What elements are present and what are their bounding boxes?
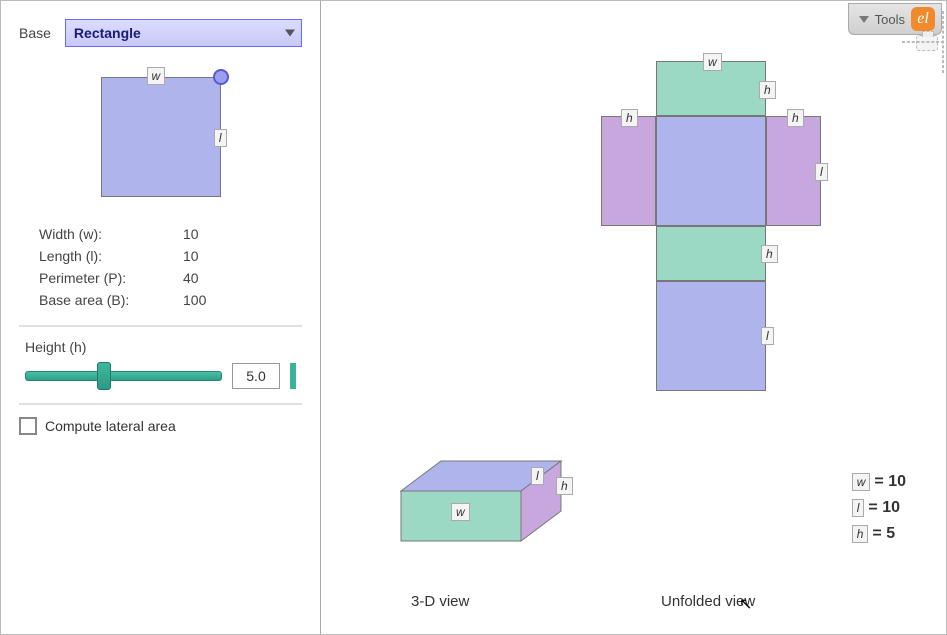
crop-marks-icon xyxy=(896,41,944,89)
caption-unfolded-view: Unfolded view xyxy=(661,593,755,610)
compute-lateral-label: Compute lateral area xyxy=(45,418,176,434)
tools-label: Tools xyxy=(875,12,905,27)
prism-w-tag: w xyxy=(451,503,470,521)
stat-basearea-value: 100 xyxy=(183,289,243,311)
height-slider-row: 5.0 xyxy=(25,363,296,389)
compute-lateral-checkbox[interactable] xyxy=(19,417,37,435)
legend-h-tag: h xyxy=(852,525,869,543)
prism-svg xyxy=(371,451,591,591)
stat-perimeter: Perimeter (P): 40 xyxy=(39,267,294,289)
controls-panel: Base Rectangle w l Width (w): 10 Length … xyxy=(1,1,321,634)
height-block: Height (h) 5.0 xyxy=(25,339,296,389)
app-window: Base Rectangle w l Width (w): 10 Length … xyxy=(0,0,947,635)
resize-handle[interactable] xyxy=(213,69,229,85)
base-shape-selected: Rectangle xyxy=(74,25,141,41)
legend-l: l = 10 xyxy=(852,495,906,521)
legend-h: h = 5 xyxy=(852,521,906,547)
base-shape-box: w l xyxy=(101,77,221,197)
stat-basearea: Base area (B): 100 xyxy=(39,289,294,311)
net-front-face xyxy=(656,226,766,281)
height-indicator-bar xyxy=(290,363,296,389)
net-w-tag: w xyxy=(703,53,722,71)
legend-w-val: = 10 xyxy=(874,469,906,495)
legend-w-tag: w xyxy=(852,473,871,491)
base-rectangle xyxy=(101,77,221,197)
stat-width: Width (w): 10 xyxy=(39,223,294,245)
prism-l-tag: l xyxy=(531,467,544,485)
view-panel: Tools el w h h h l h l xyxy=(321,1,946,634)
legend-l-tag: l xyxy=(852,499,865,517)
net-h-tag-2: h xyxy=(621,109,638,127)
legend-h-val: = 5 xyxy=(872,521,895,547)
net-l-tag-2: l xyxy=(761,327,774,345)
net-top-face xyxy=(656,116,766,226)
height-slider[interactable] xyxy=(25,364,222,388)
separator xyxy=(19,403,302,405)
net-right-face xyxy=(766,116,821,226)
net-h-tag-1: h xyxy=(759,81,776,99)
height-slider-track xyxy=(25,371,222,381)
stat-width-label: Width (w): xyxy=(39,223,179,245)
compute-lateral-row: Compute lateral area xyxy=(19,417,302,435)
caption-3d-view: 3-D view xyxy=(411,593,469,610)
prism-3d: w l h xyxy=(371,451,591,594)
height-value-input[interactable]: 5.0 xyxy=(232,363,280,389)
base-shape-preview: w l xyxy=(19,77,302,197)
net-h-tag-3: h xyxy=(787,109,804,127)
stat-basearea-label: Base area (B): xyxy=(39,289,179,311)
prism-h-tag: h xyxy=(556,477,573,495)
net-h-tag-4: h xyxy=(761,245,778,263)
brand-logo-icon: el xyxy=(911,7,935,31)
height-slider-thumb[interactable] xyxy=(97,362,111,390)
stat-length-label: Length (l): xyxy=(39,245,179,267)
legend-w: w = 10 xyxy=(852,469,906,495)
stat-length-value: 10 xyxy=(183,245,243,267)
separator xyxy=(19,325,302,327)
net-left-face xyxy=(601,116,656,226)
dimensions-legend: w = 10 l = 10 h = 5 xyxy=(852,469,906,547)
stat-perimeter-value: 40 xyxy=(183,267,243,289)
chevron-down-icon xyxy=(859,16,869,23)
base-label: Base xyxy=(19,25,51,41)
base-stats: Width (w): 10 Length (l): 10 Perimeter (… xyxy=(39,223,294,311)
width-tag: w xyxy=(147,67,166,85)
length-tag: l xyxy=(214,129,227,147)
legend-l-val: = 10 xyxy=(868,495,900,521)
net-bottom-face xyxy=(656,281,766,391)
stat-width-value: 10 xyxy=(183,223,243,245)
stat-perimeter-label: Perimeter (P): xyxy=(39,267,179,289)
base-row: Base Rectangle xyxy=(19,19,302,47)
net-l-tag-1: l xyxy=(815,163,828,181)
base-shape-select[interactable]: Rectangle xyxy=(65,19,302,47)
stat-length: Length (l): 10 xyxy=(39,245,294,267)
height-title: Height (h) xyxy=(25,339,296,355)
